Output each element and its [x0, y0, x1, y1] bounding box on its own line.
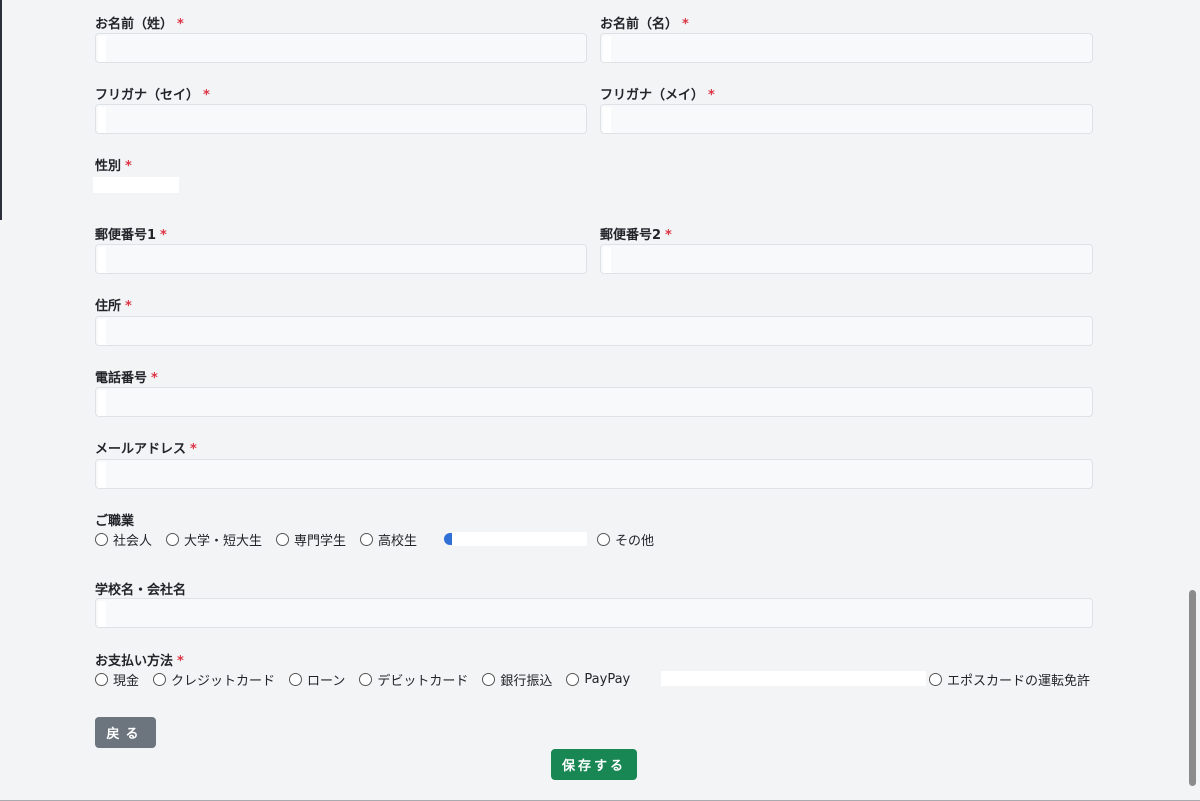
phone-input[interactable] [95, 387, 1093, 417]
first-kana-label: フリガナ（メイ） * [600, 88, 715, 103]
phone-label: 電話番号 * [95, 371, 158, 386]
address-input[interactable] [95, 316, 1093, 346]
required-mark: * [665, 228, 672, 243]
scrollbar[interactable] [1186, 0, 1200, 801]
occupation-radio-group: 社会人 大学・短大生 専門学生 高校生 [95, 530, 431, 549]
gender-label: 性別 * [95, 159, 132, 174]
radio-button[interactable] [359, 673, 373, 686]
required-mark: * [190, 442, 197, 457]
payment-radio-group: 現金 クレジットカード ローン デビットカード 銀行振込 PayPay [95, 670, 644, 689]
scrollbar-thumb[interactable] [1189, 590, 1196, 786]
required-mark: * [177, 17, 184, 32]
occupation-option-university[interactable]: 大学・短大生 [166, 530, 262, 549]
radio-button[interactable] [289, 673, 303, 686]
payment-option-paypay[interactable]: PayPay [566, 672, 630, 687]
payment-option-bank-transfer[interactable]: 銀行振込 [482, 670, 552, 689]
required-mark: * [682, 17, 689, 32]
payment-option-debit-card[interactable]: デビットカード [359, 670, 468, 689]
payment-option-epos-license[interactable]: エポスカードの運転免許 [929, 670, 1090, 689]
last-name-label: お名前（姓） * [95, 17, 184, 32]
required-mark: * [177, 654, 184, 669]
window-edge [0, 0, 2, 220]
required-mark: * [203, 88, 210, 103]
email-label: メールアドレス * [95, 442, 197, 457]
first-name-input[interactable] [600, 33, 1093, 63]
postal-code-2-input[interactable] [600, 244, 1093, 274]
radio-button[interactable] [482, 673, 496, 686]
payment-option-cash[interactable]: 現金 [95, 670, 139, 689]
required-mark: * [151, 371, 158, 386]
occupation-option-vocational[interactable]: 専門学生 [276, 530, 346, 549]
radio-button[interactable] [360, 533, 374, 546]
occupation-option-other[interactable]: その他 [597, 530, 654, 549]
first-kana-input[interactable] [600, 104, 1093, 134]
last-kana-input[interactable] [95, 104, 587, 134]
required-mark: * [125, 159, 132, 174]
radio-button[interactable] [95, 533, 108, 546]
school-company-label: 学校名・会社名 [95, 583, 187, 598]
required-mark: * [125, 299, 132, 314]
payment-method-label: お支払い方法 * [95, 654, 184, 669]
save-button[interactable]: 保存する [551, 749, 637, 780]
radio-button[interactable] [566, 673, 580, 686]
occupation-label: ご職業 [95, 514, 135, 529]
occupation-option-highschool[interactable]: 高校生 [360, 530, 417, 549]
radio-button[interactable] [597, 533, 610, 546]
gender-select[interactable] [93, 177, 179, 193]
postal-code-1-input[interactable] [95, 244, 587, 274]
payment-option-loan[interactable]: ローン [289, 670, 345, 689]
required-mark: * [708, 88, 715, 103]
radio-button[interactable] [276, 533, 290, 546]
radio-button[interactable] [929, 673, 942, 686]
radio-button[interactable] [166, 533, 180, 546]
school-company-input[interactable] [95, 598, 1093, 628]
occupation-option-obscured[interactable] [444, 533, 452, 545]
last-kana-label: フリガナ（セイ） * [95, 88, 210, 103]
first-name-label: お名前（名） * [600, 17, 689, 32]
address-label: 住所 * [95, 299, 132, 314]
occupation-option-worker[interactable]: 社会人 [95, 530, 152, 549]
postal-code-2-label: 郵便番号2 * [600, 228, 672, 243]
radio-button[interactable] [95, 673, 108, 686]
back-button[interactable]: 戻る [95, 717, 156, 748]
radio-button[interactable] [153, 673, 167, 686]
payment-option-credit-card[interactable]: クレジットカード [153, 670, 275, 689]
postal-code-1-label: 郵便番号1 * [95, 228, 167, 243]
required-mark: * [160, 228, 167, 243]
occupation-option-obscured-label [452, 532, 587, 546]
email-input[interactable] [95, 459, 1093, 489]
payment-option-obscured [661, 671, 926, 686]
last-name-input[interactable] [95, 33, 587, 63]
